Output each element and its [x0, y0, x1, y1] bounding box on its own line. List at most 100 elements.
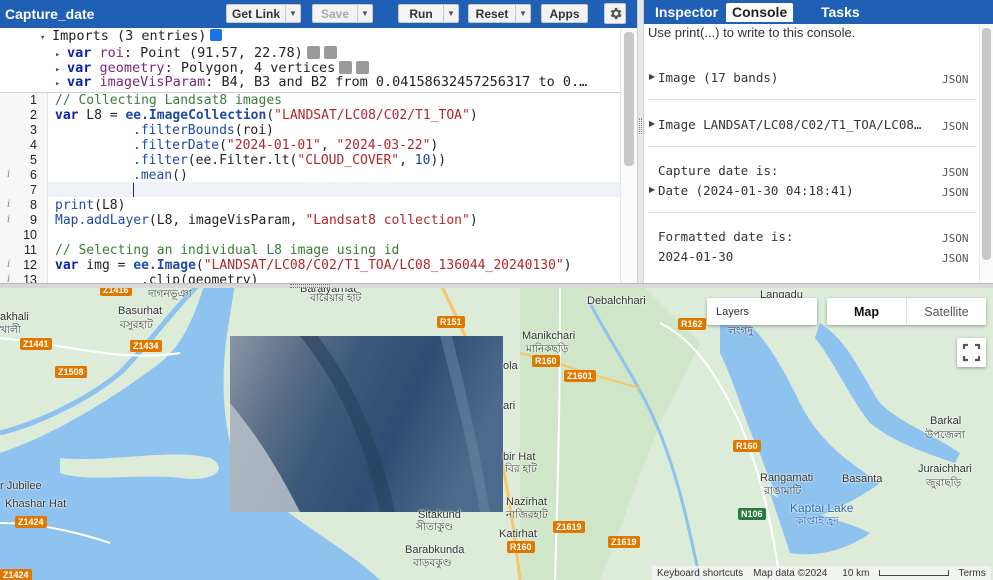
- console-separator: [648, 99, 976, 100]
- expand-arrow-icon[interactable]: ▸: [55, 76, 67, 92]
- settings-button[interactable]: [604, 3, 626, 24]
- code-editor-panel: Capture_date Get Link ▼ Save ▼ Run ▼ Res…: [0, 0, 637, 283]
- json-link[interactable]: JSON: [942, 166, 969, 179]
- code-line-8: print(L8): [55, 198, 125, 213]
- info-marker-icon[interactable]: i: [7, 169, 10, 180]
- terms-link[interactable]: Terms: [954, 568, 991, 579]
- save-dropdown-icon[interactable]: ▼: [357, 5, 372, 22]
- place-label: খালী: [0, 324, 21, 336]
- reset-button[interactable]: Reset ▼: [468, 4, 531, 23]
- splitter-grip-icon[interactable]: [639, 118, 642, 134]
- tab-tasks[interactable]: Tasks: [815, 3, 866, 22]
- code-string: "LANDSAT/LC08/C02/T1_TOA": [274, 108, 470, 123]
- editor-scrollbar-thumb[interactable]: [624, 32, 634, 166]
- console-scrollbar-thumb[interactable]: [982, 28, 991, 260]
- expand-arrow-icon[interactable]: ▶: [649, 185, 655, 194]
- convert-icon[interactable]: [339, 61, 353, 74]
- code-line-1: // Collecting Landsat8 images: [55, 93, 282, 108]
- apps-button[interactable]: Apps: [541, 4, 588, 23]
- console-separator: [648, 146, 976, 147]
- import-row-visparam[interactable]: ▸ var imageVisParam: B4, B3 and B2 from 0…: [55, 74, 587, 90]
- console-entry[interactable]: Image (17 bands): [658, 70, 778, 85]
- collapse-arrow-icon[interactable]: ▾: [40, 30, 52, 46]
- keyboard-shortcuts-link[interactable]: Keyboard shortcuts: [652, 568, 748, 579]
- reset-dropdown-icon[interactable]: ▼: [515, 5, 530, 22]
- map-type-map-button[interactable]: Map: [827, 298, 906, 325]
- code-line-2: var L8 = ee.ImageCollection("LANDSAT/LC0…: [55, 108, 478, 123]
- scale-indicator[interactable]: 10 km: [832, 568, 953, 579]
- code-text: (L8, imageVisParam,: [148, 213, 306, 228]
- info-marker-icon[interactable]: i: [7, 199, 10, 210]
- code-text: ): [469, 108, 478, 123]
- place-label: বাড়বকুণ্ড: [413, 557, 452, 569]
- console-entry[interactable]: Date (2024-01-30 04:18:41): [658, 183, 854, 198]
- code-string: "2024-01-01": [226, 138, 321, 153]
- json-link[interactable]: JSON: [942, 120, 969, 133]
- import-var-name: imageVisParam: [99, 74, 206, 90]
- line-number: 2: [30, 108, 37, 122]
- layers-button[interactable]: Layers: [707, 298, 817, 325]
- imports-header[interactable]: ▾ Imports (3 entries): [40, 28, 223, 46]
- convert-icon[interactable]: [306, 46, 320, 59]
- place-label: Basanta: [842, 473, 883, 485]
- console-scrollbar[interactable]: [979, 24, 993, 283]
- run-dropdown-icon[interactable]: ▼: [443, 5, 458, 22]
- json-link[interactable]: JSON: [942, 232, 969, 245]
- save-button[interactable]: Save ▼: [312, 4, 373, 23]
- info-marker-icon[interactable]: i: [7, 274, 10, 283]
- import-row-roi[interactable]: ▸ var roi: Point (91.57, 22.78): [55, 45, 337, 61]
- place-label: Barkal: [930, 415, 962, 427]
- line-number-gutter: 1 2 3 4 5 6 7 8 9 10 11 12 13 i i i i i: [0, 93, 48, 283]
- tab-inspector[interactable]: Inspector: [649, 3, 724, 22]
- show-script-icon[interactable]: [210, 29, 223, 41]
- place-label: রাঙামাটি: [764, 485, 802, 497]
- place-label: Manikchari: [522, 330, 576, 342]
- script-title[interactable]: Capture_date: [5, 6, 94, 22]
- road-shield: N106: [738, 508, 766, 520]
- map-data-text: Map data ©2024: [753, 567, 828, 579]
- horizontal-splitter[interactable]: [0, 283, 993, 288]
- map-canvas[interactable]: akhali খালী Basurhat বসুরহাট বারৈয়ার হা…: [0, 283, 993, 580]
- line-number: 12: [23, 258, 37, 272]
- line-number: 4: [30, 138, 37, 152]
- place-label: কাপ্তাই হ্রদ: [796, 515, 839, 527]
- import-var-value: : Point (91.57, 22.78): [123, 45, 303, 61]
- get-link-dropdown-icon[interactable]: ▼: [285, 5, 300, 22]
- code-text: .clip(geometry): [141, 273, 259, 283]
- info-marker-icon[interactable]: i: [7, 259, 10, 270]
- map-attribution-bar: Keyboard shortcuts Map data ©2024 10 km …: [652, 566, 991, 580]
- json-link[interactable]: JSON: [942, 252, 969, 265]
- json-link[interactable]: JSON: [942, 73, 969, 86]
- line-number: 5: [30, 153, 37, 167]
- code-area[interactable]: // Collecting Landsat8 images var L8 = e…: [55, 93, 620, 283]
- get-link-button[interactable]: Get Link ▼: [226, 4, 301, 23]
- code-text: (): [172, 168, 188, 183]
- imports-section: ▾ Imports (3 entries) ▸ var roi: Point (91…: [0, 28, 620, 92]
- info-marker-icon[interactable]: i: [7, 214, 10, 225]
- line-number: 13: [23, 273, 37, 283]
- code-text: (L8): [94, 198, 126, 213]
- expand-arrow-icon[interactable]: ▶: [649, 72, 655, 81]
- tab-console[interactable]: Console: [726, 3, 794, 22]
- console-entry: Formatted date is:: [658, 229, 794, 244]
- map-type-control: Map Satellite: [827, 298, 986, 325]
- code-method: .filterDate: [133, 138, 220, 153]
- run-button[interactable]: Run ▼: [398, 4, 459, 23]
- editor-scrollbar[interactable]: [620, 28, 637, 283]
- road-shield: Z1508: [55, 366, 87, 378]
- console-entry[interactable]: Image LANDSAT/LC08/C02/T1_TOA/LC08…: [658, 117, 921, 132]
- splitter-grip-icon[interactable]: [290, 284, 330, 288]
- fullscreen-button[interactable]: [957, 338, 986, 367]
- delete-import-icon[interactable]: [323, 46, 337, 59]
- console-hint-text: Use print(...) to write to this console.: [648, 25, 856, 40]
- json-link[interactable]: JSON: [942, 186, 969, 199]
- code-function: Map.addLayer: [55, 213, 149, 228]
- run-label: Run: [409, 6, 433, 21]
- vertical-splitter[interactable]: [637, 0, 644, 283]
- map-type-satellite-button[interactable]: Satellite: [906, 298, 986, 325]
- code-keyword: var: [55, 108, 79, 123]
- code-text: ): [469, 213, 478, 228]
- delete-import-icon[interactable]: [356, 61, 370, 74]
- expand-arrow-icon[interactable]: ▶: [649, 119, 655, 128]
- road-shield: R160: [507, 541, 535, 553]
